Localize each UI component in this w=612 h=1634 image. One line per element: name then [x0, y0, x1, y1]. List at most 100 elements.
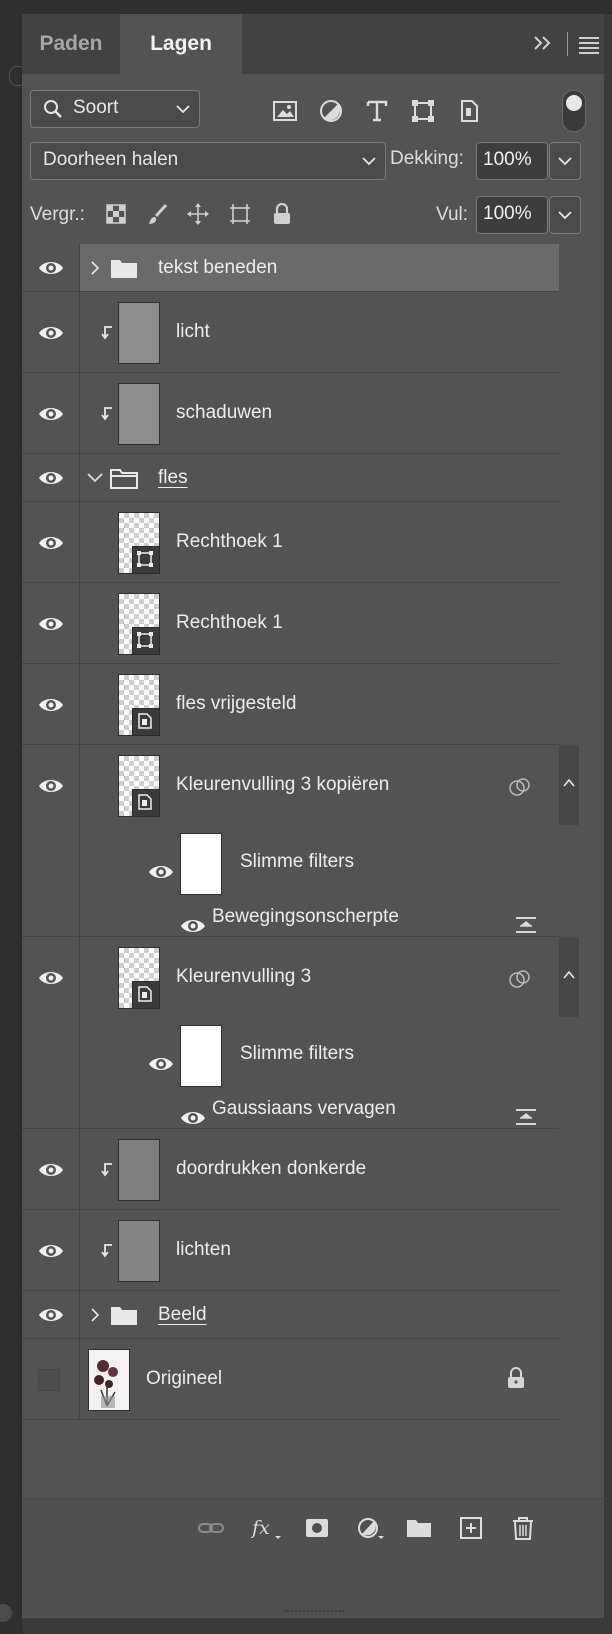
layer-visibility-cell[interactable]: [22, 1291, 80, 1339]
layer-visibility-cell[interactable]: [22, 664, 80, 745]
lock-artboard-icon[interactable]: [228, 202, 252, 226]
tab-lagen[interactable]: Lagen: [120, 14, 242, 74]
fill-dropdown-button[interactable]: [549, 196, 581, 234]
layer-visibility-cell[interactable]: [22, 373, 80, 454]
lock-icon[interactable]: [506, 1367, 526, 1389]
svg-text:fx: fx: [250, 1517, 270, 1539]
new-adjustment-layer-icon[interactable]: [356, 1515, 386, 1541]
layer-name[interactable]: Origineel: [146, 1368, 222, 1390]
opacity-dropdown-button[interactable]: [549, 142, 581, 180]
layer-name[interactable]: Rechthoek 1: [176, 612, 283, 634]
layer-row-fles[interactable]: fles: [22, 454, 559, 502]
layer-visibility-cell[interactable]: [22, 244, 80, 292]
eye-icon[interactable]: [38, 405, 64, 423]
new-layer-icon[interactable]: [458, 1515, 484, 1541]
layer-name[interactable]: Kleurenvulling 3 kopiëren: [176, 774, 389, 796]
layer-row-lichten[interactable]: lichten: [22, 1210, 559, 1291]
eye-icon[interactable]: [180, 917, 206, 935]
smart-filter-indicator-icon[interactable]: [508, 777, 532, 797]
new-group-folder-icon[interactable]: [406, 1515, 432, 1541]
eye-icon[interactable]: [180, 1109, 206, 1127]
layer-row-doordrukken-donkerde[interactable]: doordrukken donkerde: [22, 1129, 559, 1210]
eye-icon[interactable]: [38, 1306, 64, 1324]
eye-icon[interactable]: [38, 1161, 64, 1179]
pixel-layer-filter-icon[interactable]: [272, 98, 298, 124]
filter-kind-select[interactable]: Soort: [30, 90, 200, 128]
adjustment-layer-filter-icon[interactable]: [318, 98, 344, 124]
layer-visibility-cell[interactable]: [22, 292, 80, 373]
eye-icon[interactable]: [148, 863, 174, 881]
layer-name[interactable]: fles: [158, 467, 188, 489]
layer-name[interactable]: doordrukken donkerde: [176, 1158, 366, 1180]
filter-blending-options-icon[interactable]: [514, 915, 538, 935]
layer-visibility-cell[interactable]: [22, 583, 80, 664]
blend-mode-select[interactable]: Doorheen halen: [30, 142, 386, 180]
layer-visibility-cell[interactable]: [22, 1210, 80, 1291]
collapse-panel-icon[interactable]: [530, 30, 556, 56]
layer-name[interactable]: schaduwen: [176, 402, 272, 424]
collapse-effects-button[interactable]: [559, 937, 579, 1017]
layer-name[interactable]: licht: [176, 321, 210, 343]
layer-style-fx-icon[interactable]: fx: [250, 1515, 284, 1541]
tab-paden[interactable]: Paden: [22, 14, 120, 74]
shape-layer-filter-icon[interactable]: [410, 98, 436, 124]
filter-blending-options-icon[interactable]: [514, 1107, 538, 1127]
chevron-right-icon[interactable]: [88, 260, 102, 276]
eye-icon[interactable]: [38, 777, 64, 795]
layer-row-licht[interactable]: licht: [22, 292, 559, 373]
layer-name[interactable]: fles vrijgesteld: [176, 693, 296, 715]
eye-icon[interactable]: [38, 324, 64, 342]
layer-visibility-cell[interactable]: [22, 745, 80, 937]
layer-row-rechthoek-1[interactable]: Rechthoek 1: [22, 502, 559, 583]
chevron-right-icon[interactable]: [88, 1307, 102, 1323]
layer-name[interactable]: Beeld: [158, 1304, 207, 1326]
layer-visibility-cell[interactable]: [22, 1129, 80, 1210]
filter-toggle[interactable]: [562, 90, 586, 132]
eye-icon[interactable]: [38, 696, 64, 714]
type-layer-filter-icon[interactable]: [364, 98, 390, 124]
chevron-down-icon[interactable]: [86, 470, 104, 486]
delete-layer-trash-icon[interactable]: [510, 1515, 536, 1541]
smart-filters-label[interactable]: Slimme filters: [240, 1043, 354, 1065]
collapse-effects-button[interactable]: [559, 745, 579, 825]
smart-filters-label[interactable]: Slimme filters: [240, 851, 354, 873]
lock-transparency-icon[interactable]: [104, 202, 128, 226]
eye-icon[interactable]: [38, 469, 64, 487]
layer-row-origineel[interactable]: Origineel: [22, 1339, 559, 1420]
eye-icon[interactable]: [38, 259, 64, 277]
layer-row-rechthoek-1-b[interactable]: Rechthoek 1: [22, 583, 559, 664]
layer-name[interactable]: Rechthoek 1: [176, 531, 283, 553]
panel-menu-icon[interactable]: [578, 33, 600, 55]
smart-filter-name[interactable]: Gaussiaans vervagen: [212, 1098, 396, 1120]
eye-icon[interactable]: [38, 1242, 64, 1260]
lock-image-pixels-icon[interactable]: [146, 202, 170, 226]
smart-filter-name[interactable]: Bewegingsonscherpte: [212, 906, 399, 928]
layer-row-schaduwen[interactable]: schaduwen: [22, 373, 559, 454]
layer-name[interactable]: lichten: [176, 1239, 231, 1261]
lock-all-icon[interactable]: [270, 202, 294, 226]
layer-row-tekst-beneden[interactable]: tekst beneden: [22, 244, 559, 292]
eye-icon[interactable]: [38, 969, 64, 987]
visibility-off-box[interactable]: [38, 1369, 60, 1391]
layer-visibility-cell[interactable]: [22, 454, 80, 502]
fill-input[interactable]: 100%: [476, 196, 581, 234]
layer-row-kleurenvulling-3-kopieren[interactable]: Kleurenvulling 3 kopiëren Slimme filters…: [22, 745, 559, 937]
smart-object-filter-icon[interactable]: [456, 98, 482, 124]
layer-name[interactable]: tekst beneden: [158, 257, 277, 279]
opacity-input[interactable]: 100%: [476, 142, 581, 180]
layer-visibility-cell[interactable]: [22, 937, 80, 1129]
link-layers-icon[interactable]: [198, 1515, 224, 1541]
eye-icon[interactable]: [148, 1055, 174, 1073]
lock-position-icon[interactable]: [186, 202, 210, 226]
layer-visibility-cell[interactable]: [22, 1339, 80, 1420]
layer-row-beeld[interactable]: Beeld: [22, 1291, 559, 1339]
eye-icon[interactable]: [38, 534, 64, 552]
layer-name[interactable]: Kleurenvulling 3: [176, 966, 311, 988]
layer-row-fles-vrijgesteld[interactable]: fles vrijgesteld: [22, 664, 559, 745]
eye-icon[interactable]: [38, 615, 64, 633]
layer-row-kleurenvulling-3[interactable]: Kleurenvulling 3 Slimme filters Gaussiaa…: [22, 937, 559, 1129]
add-mask-icon[interactable]: [304, 1515, 330, 1541]
resize-grip[interactable]: [284, 1610, 344, 1618]
layer-visibility-cell[interactable]: [22, 502, 80, 583]
smart-filter-indicator-icon[interactable]: [508, 969, 532, 989]
